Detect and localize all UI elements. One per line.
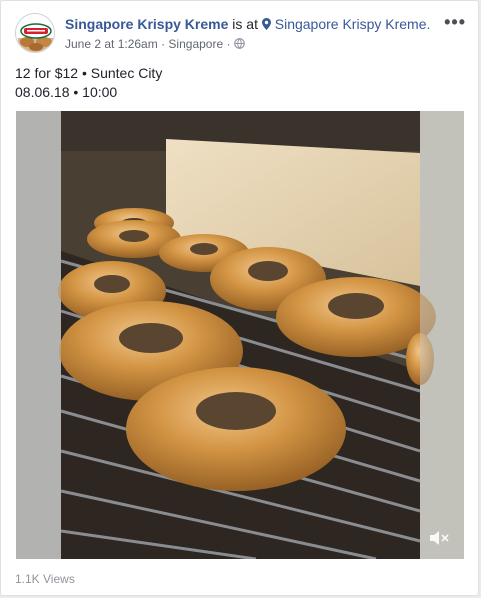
- location-link[interactable]: Singapore: [168, 37, 223, 51]
- post-text-line-1: 12 for $12 • Suntec City: [15, 65, 163, 81]
- speaker-muted-icon[interactable]: [428, 529, 450, 547]
- map-pin-icon: [261, 18, 271, 30]
- post-meta: June 2 at 1:26am · Singapore ·: [65, 37, 245, 51]
- krispy-kreme-logo: [16, 14, 54, 52]
- post-card: Singapore Krispy Kreme is at Singapore K…: [0, 0, 479, 596]
- globe-icon[interactable]: [234, 38, 245, 49]
- meta-separator-2: ·: [226, 37, 231, 51]
- meta-separator: ·: [161, 37, 166, 51]
- post-title-line: Singapore Krispy Kreme is at Singapore K…: [65, 16, 430, 32]
- is-at-text: is at: [232, 16, 258, 32]
- more-options-icon[interactable]: •••: [444, 13, 466, 31]
- post-timestamp[interactable]: June 2 at 1:26am: [65, 37, 158, 51]
- video-player[interactable]: [16, 111, 464, 559]
- page-avatar[interactable]: [15, 13, 55, 53]
- video-frame-image: [16, 111, 464, 559]
- place-name-link[interactable]: Singapore Krispy Kreme.: [275, 16, 431, 32]
- post-header: Singapore Krispy Kreme is at Singapore K…: [15, 13, 466, 55]
- page-name-link[interactable]: Singapore Krispy Kreme: [65, 16, 228, 32]
- post-text-line-2: 08.06.18 • 10:00: [15, 84, 118, 100]
- post-message: 12 for $12 • Suntec City 08.06.18 • 10:0…: [15, 64, 162, 102]
- view-count: 1.1K Views: [15, 572, 75, 586]
